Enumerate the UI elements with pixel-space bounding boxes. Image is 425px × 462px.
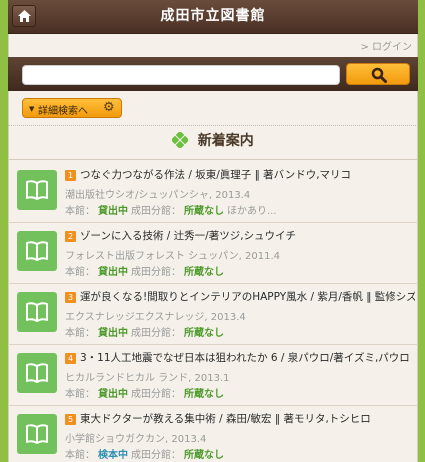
honkan-label: 本館： xyxy=(65,450,95,461)
honkan-label: 本館： xyxy=(65,206,95,217)
availability-row: 本館： 検本中 成田分館： 所蔵なし xyxy=(65,446,410,461)
clover-icon xyxy=(172,132,189,148)
divider xyxy=(8,125,418,126)
triangle-down-icon: ▼ xyxy=(29,105,35,113)
book-publisher: 小学館ショウガクカン, 2013.4 xyxy=(65,434,207,445)
advanced-search-button[interactable]: ▼ 詳細検索へ ⚙ xyxy=(22,98,122,118)
book-icon xyxy=(26,363,48,383)
divider xyxy=(8,159,418,160)
book-icon xyxy=(26,424,48,444)
list-item[interactable]: 4 3・11人工地震でなぜ日本は狙われたか 6 / 泉パウロ/著イズミ,パウロヒカ… xyxy=(8,345,418,406)
honkan-label: 本館： xyxy=(65,389,95,400)
rank-badge: 1 xyxy=(65,170,76,181)
availability-row: 本館： 貸出中 成田分館： 所蔵なし ほかあり... xyxy=(65,202,410,217)
book-thumbnail[interactable] xyxy=(17,414,57,454)
honkan-status: 貸出中 xyxy=(98,328,128,339)
narita-status: 所蔵なし xyxy=(184,389,224,400)
book-title-link[interactable]: 3・11人工地震でなぜ日本は狙われたか 6 / 泉パウロ/著イズミ,パウロ xyxy=(80,350,415,365)
honkan-label: 本館： xyxy=(65,267,95,278)
gear-icon: ⚙ xyxy=(103,100,115,115)
rank-badge: 2 xyxy=(65,231,76,242)
book-title-link[interactable]: 東大ドクターが教える集中術 / 森田/敏宏 ‖ 著モリタ,トシヒロ xyxy=(80,411,415,426)
more-link[interactable]: ほかあり... xyxy=(227,206,277,217)
narita-status: 所蔵なし xyxy=(184,206,224,217)
list-item[interactable]: 5 東大ドクターが教える集中術 / 森田/敏宏 ‖ 著モリタ,トシヒロ小学館ショウ… xyxy=(8,406,418,462)
honkan-status: 貸出中 xyxy=(98,389,128,400)
search-button[interactable] xyxy=(346,63,410,85)
rank-badge: 3 xyxy=(65,292,76,303)
book-title-link[interactable]: 運が良くなる!間取りとインテリアのHAPPY風水 / 紫月/香帆 ‖ 監修シズキ… xyxy=(80,289,415,304)
honkan-status: 貸出中 xyxy=(98,267,128,278)
book-publisher: ヒカルランドヒカル ランド, 2013.1 xyxy=(65,373,230,384)
search-icon xyxy=(371,67,387,83)
narita-status: 所蔵なし xyxy=(184,328,224,339)
book-thumbnail[interactable] xyxy=(17,292,57,332)
advanced-search-label: 詳細検索へ xyxy=(38,106,88,117)
book-publisher: 潮出版社ウシオ/シュッパンシャ, 2013.4 xyxy=(65,190,251,201)
book-icon xyxy=(26,180,48,200)
book-icon xyxy=(26,302,48,322)
book-thumbnail[interactable] xyxy=(17,231,57,271)
book-publisher: フォレスト出版フォレスト シュッパン, 2011.4 xyxy=(65,251,281,262)
header-bar: 成田市立図書館 xyxy=(8,0,418,34)
narita-label: 成田分館： xyxy=(131,389,181,400)
narita-label: 成田分館： xyxy=(131,267,181,278)
rank-badge: 5 xyxy=(65,414,76,425)
list-item[interactable]: 3 運が良くなる!間取りとインテリアのHAPPY風水 / 紫月/香帆 ‖ 監修シズ… xyxy=(8,284,418,345)
list-item[interactable]: 1 つなぐ力つながる作法 / 坂東/眞理子 ‖ 著バンドウ,マリコ潮出版社ウシオ/… xyxy=(8,162,418,223)
section-title: 新着案内 xyxy=(197,133,254,149)
section-header: 新着案内 xyxy=(8,130,418,156)
narita-status: 所蔵なし xyxy=(184,450,224,461)
list-item[interactable]: 2 ゾーンに入る技術 / 辻秀一/著ツジ,シュウイチフォレスト出版フォレスト シュ… xyxy=(8,223,418,284)
book-title-link[interactable]: つなぐ力つながる作法 / 坂東/眞理子 ‖ 著バンドウ,マリコ xyxy=(80,167,415,182)
honkan-status: 検本中 xyxy=(98,450,128,461)
search-input[interactable] xyxy=(22,65,340,85)
login-link[interactable]: > ログイン xyxy=(360,38,412,53)
book-thumbnail[interactable] xyxy=(17,170,57,210)
narita-label: 成田分館： xyxy=(131,206,181,217)
book-title-link[interactable]: ゾーンに入る技術 / 辻秀一/著ツジ,シュウイチ xyxy=(80,228,415,243)
page-title: 成田市立図書館 xyxy=(160,8,266,24)
narita-label: 成田分館： xyxy=(131,328,181,339)
narita-label: 成田分館： xyxy=(131,450,181,461)
book-publisher: エクスナレッジエクスナレッジ, 2013.4 xyxy=(65,312,246,323)
honkan-label: 本館： xyxy=(65,328,95,339)
page-frame: 成田市立図書館 > ログイン ▼ 詳細検索へ ⚙ 新着案内 1 つなぐ力つながる作… xyxy=(8,0,418,462)
availability-row: 本館： 貸出中 成田分館： 所蔵なし xyxy=(65,263,410,278)
rank-badge: 4 xyxy=(65,353,76,364)
book-icon xyxy=(26,241,48,261)
narita-status: 所蔵なし xyxy=(184,267,224,278)
search-bar xyxy=(8,57,418,91)
availability-row: 本館： 貸出中 成田分館： 所蔵なし xyxy=(65,385,410,400)
availability-row: 本館： 貸出中 成田分館： 所蔵なし xyxy=(65,324,410,339)
honkan-status: 貸出中 xyxy=(98,206,128,217)
book-thumbnail[interactable] xyxy=(17,353,57,393)
